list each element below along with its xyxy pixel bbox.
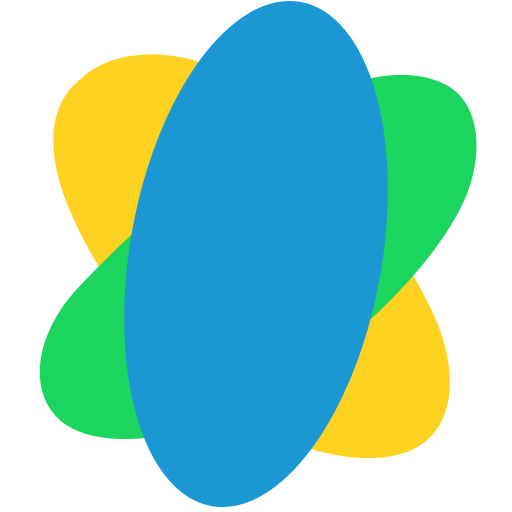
logo-icon (39, 0, 477, 508)
logo-canvas (0, 0, 512, 512)
